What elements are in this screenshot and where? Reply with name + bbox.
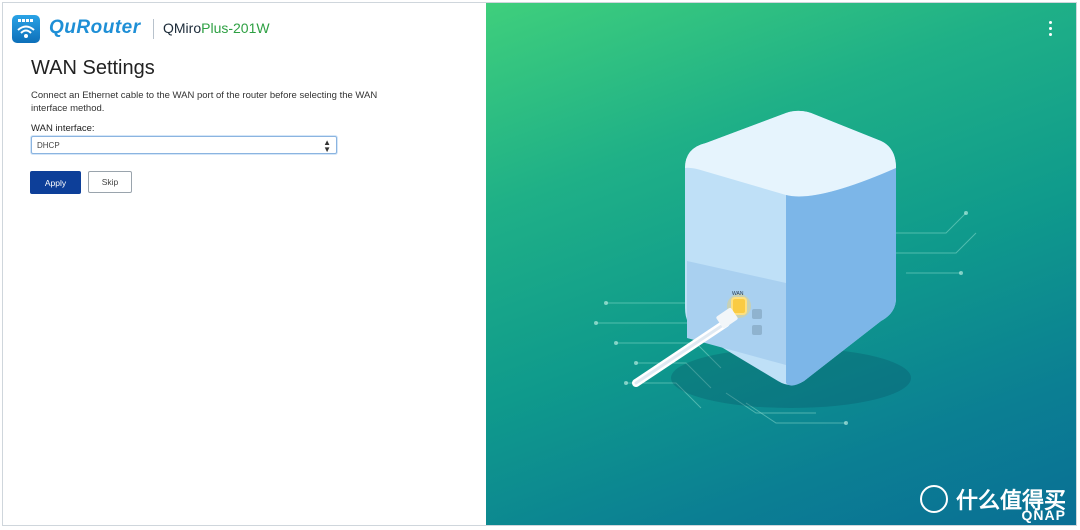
- model-suffix: Plus-201W: [201, 20, 270, 36]
- qnap-logo: QNAP: [1021, 507, 1066, 523]
- setup-panel: QuRouter QMiroPlus-201W WAN Settings Con…: [3, 3, 486, 525]
- apply-button[interactable]: Apply: [30, 171, 81, 194]
- select-arrows-icon: ▲ ▼: [323, 138, 331, 154]
- wan-interface-value: DHCP: [37, 141, 60, 150]
- header-divider: [153, 19, 154, 39]
- watermark-logo-icon: [919, 485, 948, 513]
- model-prefix: QMiro: [163, 20, 202, 36]
- router-wifi-icon: [12, 15, 40, 43]
- brand-logo: QuRouter: [49, 17, 141, 38]
- skip-button[interactable]: Skip: [88, 171, 132, 193]
- page-title: WAN Settings: [31, 57, 155, 79]
- router-illustration: WAN: [594, 110, 977, 425]
- wan-interface-select[interactable]: DHCP ▲ ▼: [31, 136, 337, 154]
- model-name: QMiroPlus-201W: [163, 20, 270, 36]
- wan-port-label: WAN: [732, 291, 744, 297]
- page-description: Connect an Ethernet cable to the WAN por…: [31, 90, 378, 114]
- wan-interface-label: WAN interface:: [31, 123, 95, 134]
- illustration-panel: WAN 什么值得买 QNAP: [486, 3, 1076, 525]
